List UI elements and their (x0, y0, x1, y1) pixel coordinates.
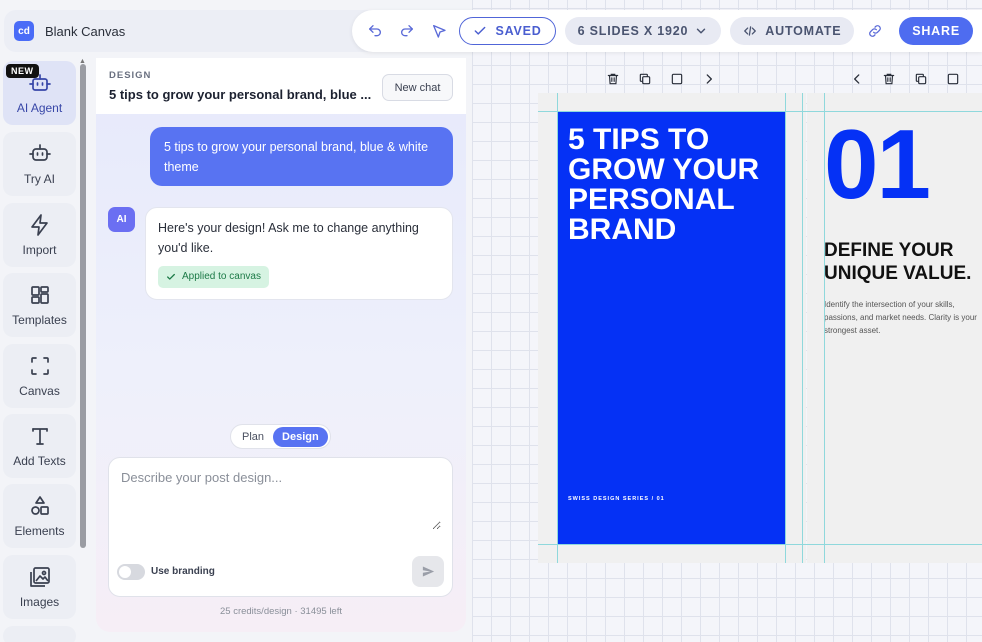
automate-button[interactable]: AUTOMATE (730, 17, 855, 45)
chevron-left-icon[interactable] (846, 69, 868, 89)
slide2-body[interactable]: Identify the intersection of your skills… (824, 298, 982, 337)
lightning-icon (30, 214, 48, 236)
square-icon[interactable] (666, 69, 688, 89)
ai-avatar: AI (108, 207, 135, 232)
chat-title: 5 tips to grow your personal brand, blue… (109, 87, 372, 102)
guide-line (785, 93, 786, 563)
slide2-number[interactable]: 01 (824, 109, 931, 219)
shapes-icon (30, 496, 49, 515)
sidebar-item-templates[interactable]: Templates (3, 273, 76, 337)
slide2-heading[interactable]: DEFINE YOUR UNIQUE VALUE. (824, 239, 982, 285)
robot-icon (28, 144, 51, 161)
duplicate-icon[interactable] (634, 69, 656, 89)
use-branding-label: Use branding (151, 566, 215, 577)
slide1-title[interactable]: 5 TIPS TO GROW YOUR PERSONAL BRAND (568, 125, 778, 245)
link-icon[interactable] (863, 16, 886, 46)
slide1-controls (602, 69, 730, 89)
chevron-right-icon[interactable] (698, 69, 720, 89)
chevron-down-icon (697, 28, 706, 34)
guide-line (538, 111, 982, 112)
sidebar-item-more[interactable] (3, 626, 76, 642)
app-logo[interactable]: cd (14, 21, 34, 41)
square-icon[interactable] (942, 69, 964, 89)
sidebar-item-label: Elements (14, 524, 65, 538)
send-button[interactable] (412, 556, 444, 587)
chat-kicker: DESIGN (109, 70, 152, 81)
text-icon (31, 428, 48, 445)
pointer-icon[interactable] (428, 16, 451, 46)
mode-plan-option[interactable]: Plan (233, 427, 273, 447)
sidebar-item-label: Canvas (19, 384, 60, 398)
sidebar-item-images[interactable]: Images (3, 555, 76, 619)
share-label: SHARE (912, 24, 960, 38)
image-icon (29, 567, 50, 587)
guide-line (557, 93, 558, 563)
sidebar-item-elements[interactable]: Elements (3, 484, 76, 548)
sidebar-item-label: Templates (12, 313, 67, 327)
redo-icon[interactable] (396, 16, 419, 46)
grid-icon (30, 286, 49, 304)
sidebar-item-try-ai[interactable]: Try AI (3, 132, 76, 196)
applied-to-canvas-badge: Applied to canvas (158, 266, 269, 288)
sidebar-item-ai-agent[interactable]: NEW AI Agent (3, 61, 76, 125)
sidebar-item-import[interactable]: Import (3, 203, 76, 267)
slides-size-dropdown[interactable]: 6 SLIDES X 1920 (564, 17, 722, 45)
sidebar-item-add-texts[interactable]: Add Texts (3, 414, 76, 478)
chat-header: DESIGN 5 tips to grow your personal bran… (96, 58, 466, 114)
document-title[interactable]: Blank Canvas (45, 24, 125, 39)
share-button[interactable]: SHARE (899, 17, 973, 45)
credits-info: 25 credits/design · 31495 left (220, 606, 342, 617)
ai-chat-panel: DESIGN 5 tips to grow your personal bran… (96, 58, 466, 632)
duplicate-icon[interactable] (910, 69, 932, 89)
slide2-controls (846, 69, 964, 89)
ai-message: Here's your design! Ask me to change any… (145, 207, 453, 300)
sidebar-item-label: Import (22, 243, 57, 257)
sidebar-item-canvas[interactable]: Canvas (3, 344, 76, 408)
saved-label: SAVED (495, 24, 542, 38)
new-chat-button[interactable]: New chat (382, 74, 453, 101)
trash-icon[interactable] (878, 69, 900, 89)
slide1-footer[interactable]: SWISS DESIGN SERIES / 01 (568, 496, 665, 502)
undo-icon[interactable] (364, 16, 387, 46)
left-sidebar: NEW AI Agent Try AI Import Templates Can… (0, 58, 90, 642)
mode-toggle: Plan Design (230, 424, 331, 449)
sidebar-scrollbar[interactable] (80, 64, 86, 548)
send-icon (422, 566, 434, 577)
sidebar-item-label: AI Agent (16, 101, 63, 115)
use-branding-toggle[interactable] (117, 564, 145, 580)
ai-message-text: Here's your design! Ask me to change any… (158, 221, 419, 255)
slide-1[interactable]: 5 TIPS TO GROW YOUR PERSONAL BRAND SWISS… (558, 111, 785, 544)
guide-line (538, 544, 982, 545)
code-icon (744, 26, 757, 36)
post-design-input[interactable] (121, 470, 441, 530)
sidebar-item-label: Add Texts (13, 454, 66, 468)
sidebar-item-label: Try AI (24, 172, 55, 186)
slide-2[interactable]: 01 DEFINE YOUR UNIQUE VALUE. Identify th… (807, 93, 982, 563)
sidebar-item-label: Images (19, 595, 60, 609)
check-icon (475, 26, 486, 35)
applied-label: Applied to canvas (182, 271, 261, 282)
chat-composer: Use branding (108, 457, 453, 597)
user-message: 5 tips to grow your personal brand, blue… (150, 127, 453, 186)
automate-label: AUTOMATE (765, 24, 842, 38)
mode-design-option[interactable]: Design (273, 426, 328, 447)
new-badge: NEW (6, 64, 39, 78)
slides-size-label: 6 SLIDES X 1920 (577, 24, 689, 38)
top-toolbar: SAVED 6 SLIDES X 1920 AUTOMATE SHARE (352, 10, 982, 52)
guide-line (802, 93, 803, 563)
guide-line (824, 93, 825, 563)
check-icon (167, 273, 175, 280)
trash-icon[interactable] (602, 69, 624, 89)
app-header: cd Blank Canvas (4, 10, 396, 52)
saved-button[interactable]: SAVED (459, 17, 556, 45)
frame-icon (30, 357, 49, 375)
